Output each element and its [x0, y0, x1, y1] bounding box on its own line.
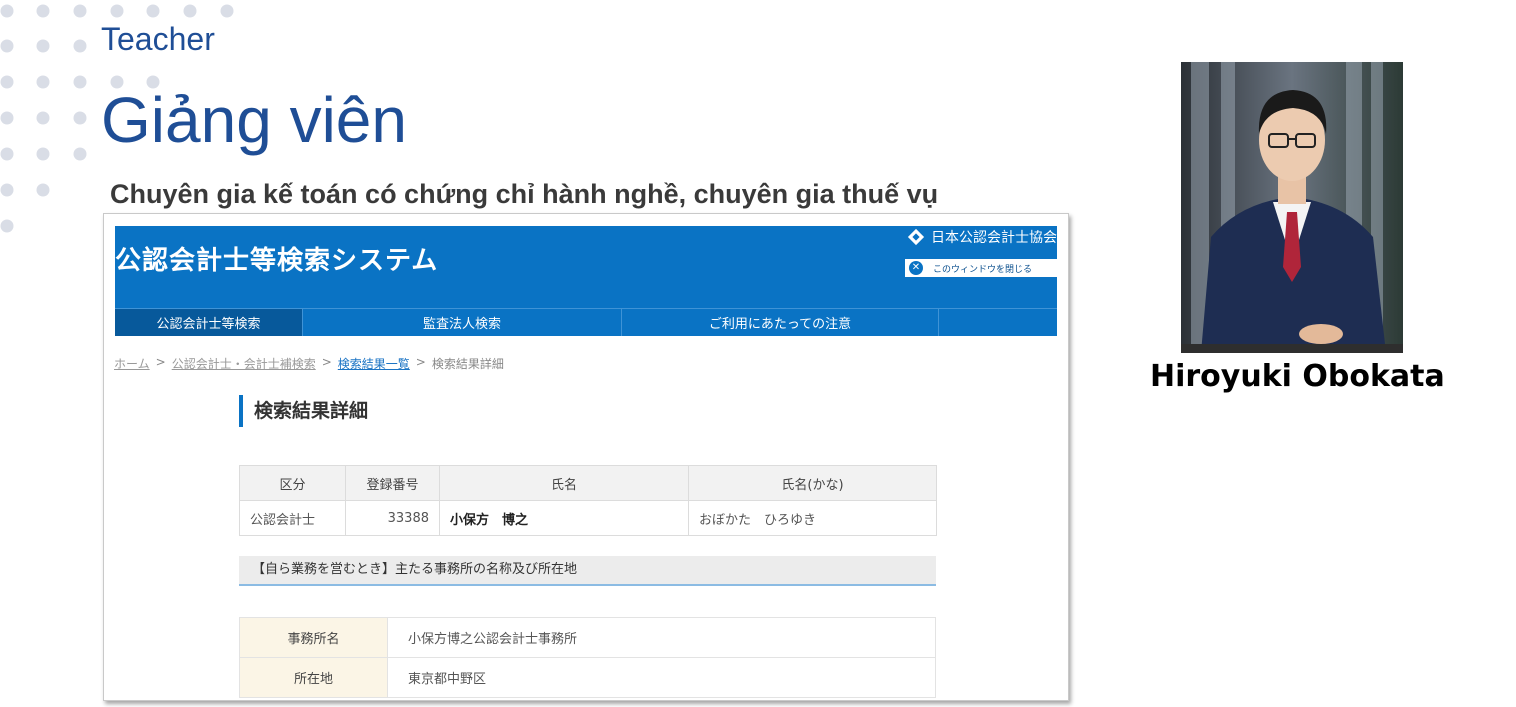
nav-audit-firm-search[interactable]: 監査法人検索 [303, 309, 622, 336]
category-cell: 公認会計士 [239, 500, 346, 536]
teacher-photo [1181, 62, 1403, 353]
table-header-row: 区分 登録番号 氏名 氏名(かな) [239, 465, 937, 501]
table-row: 所在地 東京都中野区 [239, 657, 936, 698]
breadcrumb-home[interactable]: ホーム [114, 355, 150, 372]
column-header: 登録番号 [345, 465, 440, 501]
slide-label: Teacher [101, 21, 215, 57]
column-header: 区分 [239, 465, 346, 501]
breadcrumb-current: 検索結果詳細 [431, 357, 504, 371]
nav-cpa-search[interactable]: 公認会計士等検索 [115, 309, 303, 336]
office-name-label: 事務所名 [239, 617, 388, 658]
kana-name-cell: おぼかた ひろゆき [688, 500, 937, 536]
association-logo-icon [907, 228, 925, 246]
office-location-label: 所在地 [239, 657, 388, 698]
office-section-heading: 【自ら業務を営むとき】主たる事務所の名称及び所在地 [239, 556, 936, 586]
column-header: 氏名 [439, 465, 689, 501]
registration-number-cell: 33388 [345, 500, 440, 536]
table-row: 公認会計士 33388 小保方 博之 おぼかた ひろゆき [239, 500, 937, 536]
site-nav: 公認会計士等検索 監査法人検索 ご利用にあたっての注意 [115, 308, 1057, 336]
breadcrumb-search[interactable]: 公認会計士・会計士補検索 [172, 355, 316, 372]
association-name: 日本公認会計士協会 [931, 230, 1057, 246]
breadcrumb-separator: > [321, 355, 332, 369]
office-name-value: 小保方博之公認会計士事務所 [387, 617, 936, 658]
office-table: 事務所名 小保方博之公認会計士事務所 所在地 東京都中野区 [239, 617, 936, 698]
close-window-button[interactable]: ✕ このウィンドウを閉じる [905, 259, 1057, 277]
result-table: 区分 登録番号 氏名 氏名(かな) 公認会計士 33388 小保方 博之 おぼか… [239, 465, 937, 536]
slide-subtitle: Chuyên gia kế toán có chứng chỉ hành ngh… [110, 179, 939, 209]
nav-empty-cell [939, 309, 1057, 336]
teacher-name: Hiroyuki Obokata [1150, 359, 1445, 394]
breadcrumb-separator: > [415, 355, 426, 369]
close-window-label: このウィンドウを閉じる [933, 264, 1033, 275]
name-cell: 小保方 博之 [439, 500, 689, 536]
table-row: 事務所名 小保方博之公認会計士事務所 [239, 617, 936, 658]
page-title: Giảng viên [101, 84, 407, 156]
breadcrumb-results[interactable]: 検索結果一覧 [338, 355, 410, 372]
association-logo-link[interactable]: 日本公認会計士協会 [907, 226, 1057, 248]
nav-usage-notes[interactable]: ご利用にあたっての注意 [622, 309, 939, 336]
office-location-value: 東京都中野区 [387, 657, 936, 698]
close-icon: ✕ [909, 261, 923, 275]
site-title: 公認会計士等検索システム [115, 246, 439, 276]
registry-website-screenshot: 公認会計士等検索システム 日本公認会計士協会 ✕ このウィンドウを閉じる 公認会… [103, 213, 1069, 701]
site-header: 公認会計士等検索システム 日本公認会計士協会 ✕ このウィンドウを閉じる [115, 226, 1057, 308]
breadcrumb-separator: > [155, 355, 166, 369]
column-header: 氏名(かな) [688, 465, 937, 501]
detail-heading: 検索結果詳細 [239, 395, 368, 427]
breadcrumb: ホーム > 公認会計士・会計士補検索 > 検索結果一覧 > 検索結果詳細 [114, 355, 504, 372]
